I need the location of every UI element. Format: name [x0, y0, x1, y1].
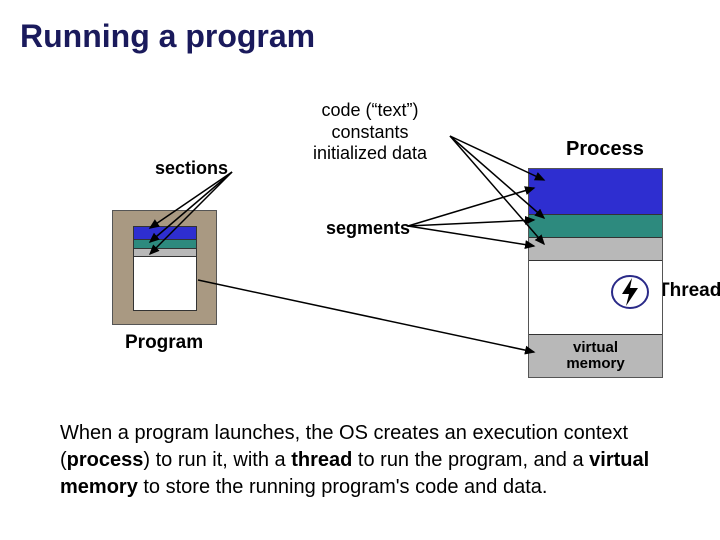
virtual-memory-label-1: virtual [573, 340, 618, 356]
program-band [134, 240, 196, 248]
process-band [529, 169, 662, 215]
body-t4: thread [291, 449, 352, 471]
body-t3: ) to run it, with a [143, 449, 291, 471]
process-label: Process [566, 138, 644, 161]
body-t7: to store the running program's code and … [138, 476, 548, 498]
code-label-line: constants [290, 122, 450, 144]
process-band: virtual memory [529, 335, 662, 377]
code-label-block: code (“text”) constants initialized data [290, 100, 450, 165]
body-paragraph: When a program launches, the OS creates … [60, 420, 660, 501]
body-t5: to run the program, and a [352, 449, 589, 471]
program-label: Program [125, 332, 203, 354]
program-band [134, 249, 196, 257]
slide-title: Running a program [20, 18, 315, 55]
program-band [134, 257, 196, 310]
segments-label: segments [326, 218, 410, 239]
sections-label: sections [155, 158, 228, 179]
program-box [112, 210, 217, 325]
thread-icon [610, 272, 650, 312]
code-label-line: code (“text”) [290, 100, 450, 122]
thread-label: Thread [658, 280, 720, 302]
virtual-memory-label-2: memory [566, 356, 624, 372]
process-band [529, 238, 662, 261]
program-file [133, 226, 197, 311]
body-t2: process [67, 449, 144, 471]
program-band [134, 227, 196, 240]
code-label-line: initialized data [290, 143, 450, 165]
process-band [529, 215, 662, 238]
